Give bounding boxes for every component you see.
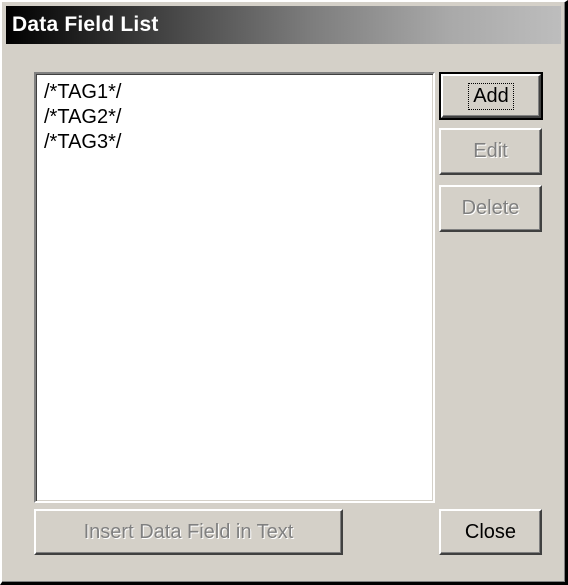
insert-data-field-button-label: Insert Data Field in Text [83, 520, 294, 543]
window-title: Data Field List [12, 13, 159, 36]
close-button-label: Close [464, 520, 517, 543]
close-button[interactable]: Close [439, 509, 542, 555]
data-field-listbox[interactable]: /*TAG1*/ /*TAG2*/ /*TAG3*/ [34, 72, 435, 503]
list-item[interactable]: /*TAG1*/ [44, 80, 433, 105]
add-button-label: Add [468, 82, 514, 110]
data-field-list-dialog: Data Field List /*TAG1*/ /*TAG2*/ /*TAG3… [0, 0, 568, 585]
list-item[interactable]: /*TAG3*/ [44, 130, 433, 155]
edit-button-label: Edit [473, 140, 508, 162]
add-button[interactable]: Add [439, 72, 543, 120]
title-bar[interactable]: Data Field List [6, 6, 561, 44]
list-item[interactable]: /*TAG2*/ [44, 105, 433, 130]
delete-button[interactable]: Delete [439, 185, 542, 232]
delete-button-label: Delete [461, 197, 520, 219]
edit-button[interactable]: Edit [439, 128, 542, 175]
insert-data-field-button[interactable]: Insert Data Field in Text [34, 509, 343, 555]
